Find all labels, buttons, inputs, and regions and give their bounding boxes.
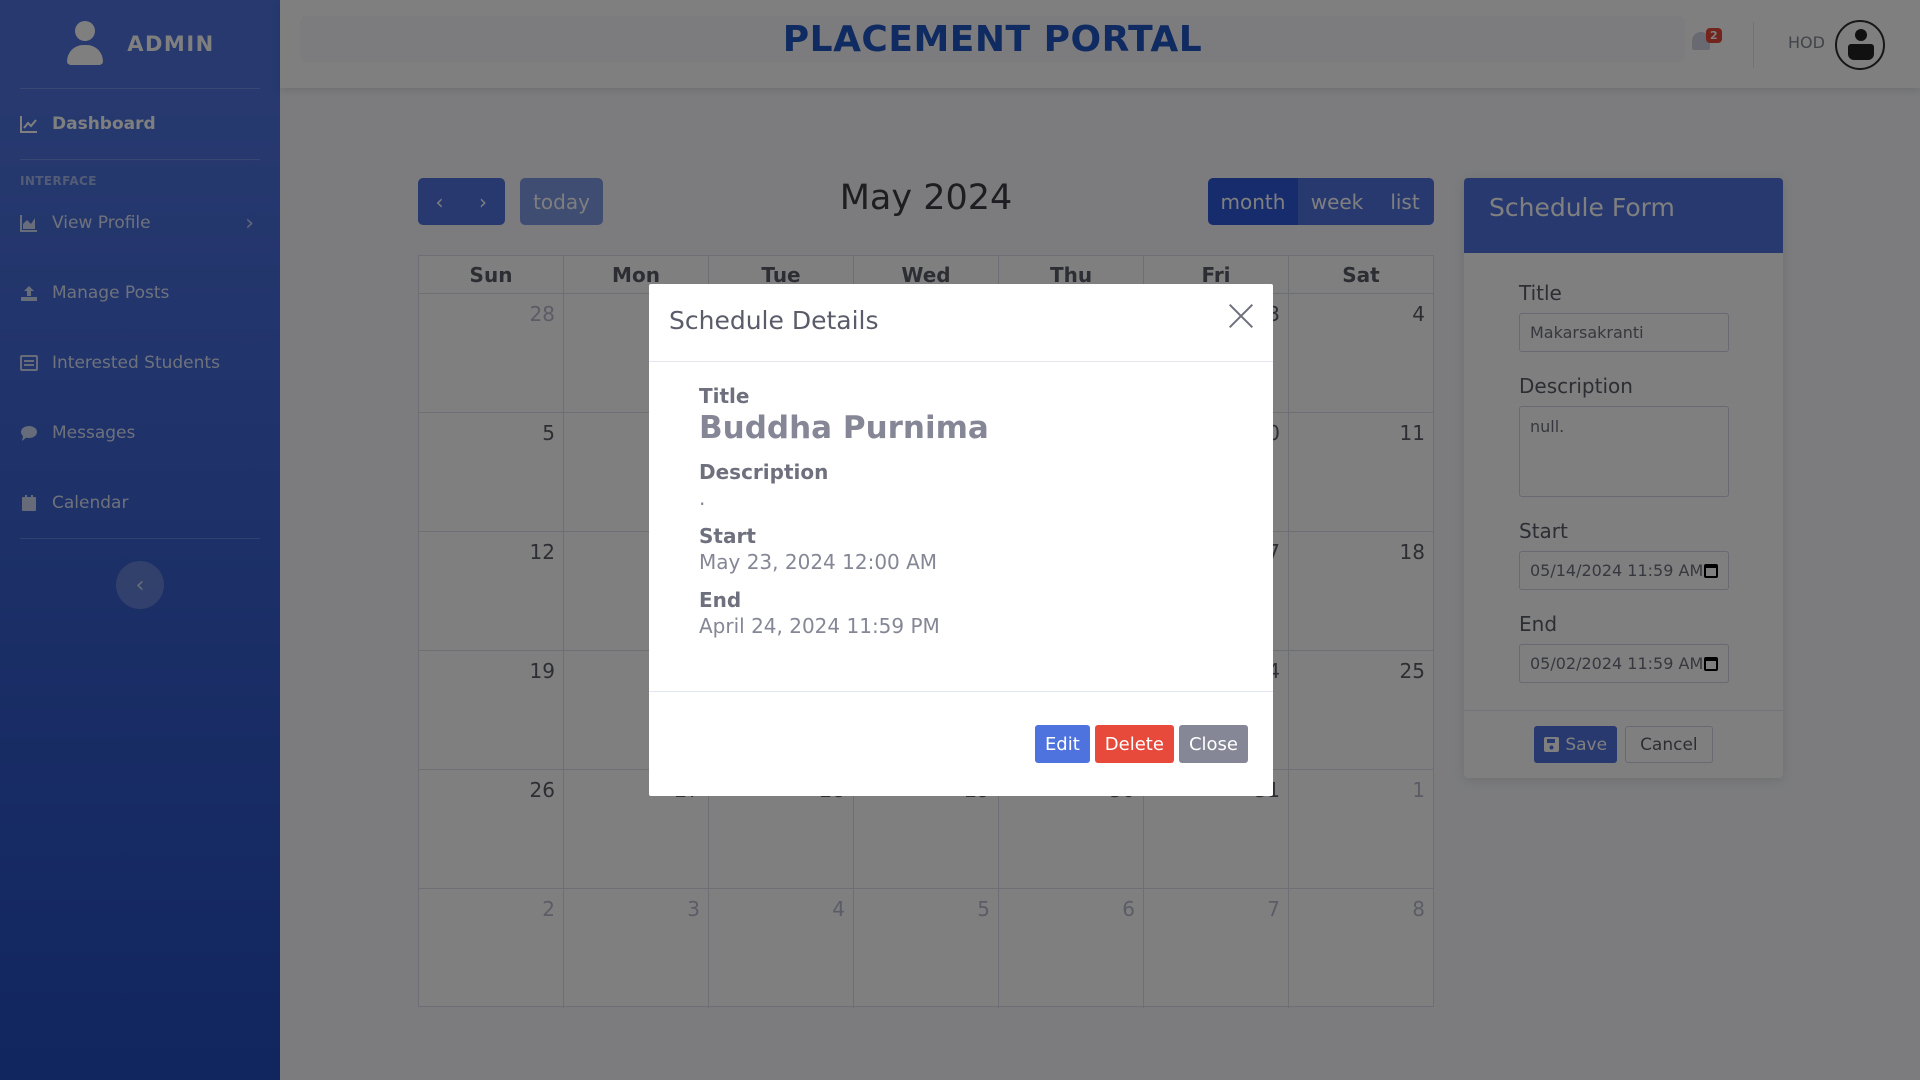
- close-button[interactable]: Close: [1178, 725, 1248, 763]
- delete-button[interactable]: Delete: [1094, 725, 1174, 763]
- event-end: April 24, 2024 11:59 PM: [699, 614, 940, 638]
- edit-button[interactable]: Edit: [1034, 725, 1090, 763]
- event-start: May 23, 2024 12:00 AM: [699, 550, 938, 574]
- event-title: Buddha Purnima: [699, 410, 989, 446]
- schedule-details-modal: Schedule Details Title Buddha Purnima De…: [649, 284, 1273, 796]
- modal-header: Schedule Details: [649, 284, 1273, 362]
- close-icon[interactable]: [1227, 302, 1255, 330]
- modal-body: Title Buddha Purnima Description . Start…: [649, 362, 1273, 692]
- modal-footer: Edit Delete Close: [649, 692, 1273, 796]
- event-description-label: Description: [699, 460, 829, 484]
- modal-title: Schedule Details: [669, 306, 879, 335]
- event-end-label: End: [699, 588, 742, 612]
- event-title-label: Title: [699, 384, 750, 408]
- event-description: .: [699, 486, 706, 510]
- event-start-label: Start: [699, 524, 756, 548]
